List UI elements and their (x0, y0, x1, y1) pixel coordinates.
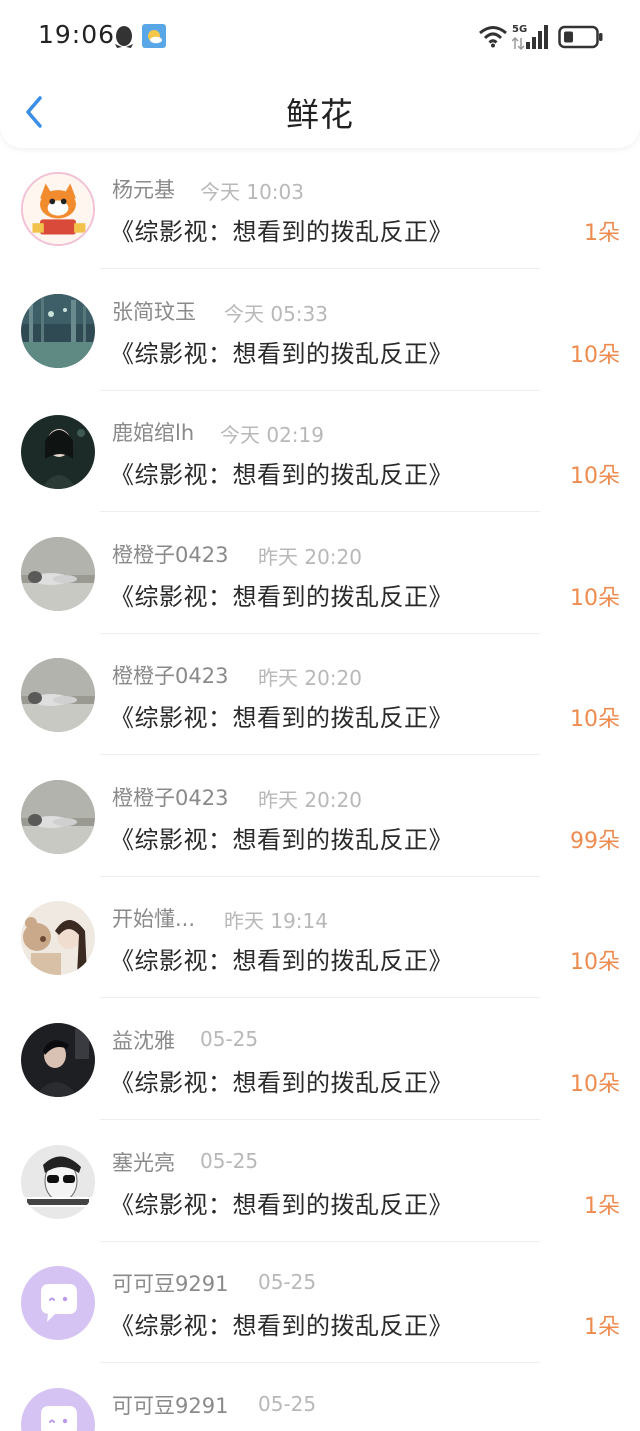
book-title: 《综影视：想看到的拨乱反正》 (110, 1312, 453, 1340)
svg-text:5G: 5G (512, 24, 527, 35)
list-item[interactable]: 可可豆9291 05-25 《综影视：想看到的拨乱反正》 1朵 (0, 1242, 640, 1363)
user-name: 可可豆9291 (112, 1394, 229, 1418)
cat-avatar (21, 658, 95, 732)
status-bar: 19:06 5G (0, 0, 640, 74)
book-title: 《综影视：想看到的拨乱反正》 (110, 1069, 453, 1097)
flower-count: 1朵 (584, 221, 620, 246)
list-item[interactable]: 杨元基 今天 10:03 《综影视：想看到的拨乱反正》 1朵 (0, 148, 640, 269)
user-name: 橙橙子0423 (112, 543, 229, 567)
girl-teddy-avatar (21, 901, 95, 975)
book-title: 《综影视：想看到的拨乱反正》 (110, 461, 453, 489)
user-name: 益沈雅 (112, 1029, 175, 1053)
time-stamp: 05-25 (200, 1149, 259, 1173)
rainy-street-avatar (21, 294, 95, 368)
list-item[interactable]: 橙橙子0423 昨天 20:20 《综影视：想看到的拨乱反正》 99朵 (0, 756, 640, 877)
divider (100, 1119, 540, 1120)
list-item[interactable]: 橙橙子0423 昨天 20:20 《综影视：想看到的拨乱反正》 10朵 (0, 634, 640, 755)
sunglasses-avatar (21, 1145, 95, 1219)
cat-avatar (21, 537, 95, 611)
flower-count: 10朵 (570, 343, 620, 368)
weather-icon (142, 24, 166, 48)
flower-count: 10朵 (570, 707, 620, 732)
battery-icon (558, 25, 603, 49)
time-stamp: 05-25 (200, 1027, 259, 1051)
book-title: 《综影视：想看到的拨乱反正》 (110, 826, 453, 854)
list-item[interactable]: 橙橙子0423 昨天 20:20 《综影视：想看到的拨乱反正》 10朵 (0, 513, 640, 634)
flower-count: 10朵 (570, 950, 620, 975)
user-name: 鹿婠绾lh (112, 421, 195, 445)
divider (100, 511, 540, 512)
time-stamp: 昨天 19:14 (224, 909, 328, 933)
time-stamp: 今天 05:33 (224, 302, 328, 326)
time-stamp: 昨天 20:20 (258, 666, 362, 690)
user-name: 橙橙子0423 (112, 786, 229, 810)
qq-penguin-icon (115, 26, 133, 48)
status-time: 19:06 (38, 20, 116, 49)
book-title: 《综影视：想看到的拨乱反正》 (110, 704, 453, 732)
cartoon-fox-avatar (21, 172, 95, 246)
boy-portrait-avatar (21, 1023, 95, 1097)
time-stamp: 昨天 20:20 (258, 545, 362, 569)
list-item[interactable]: 张简玟玉 今天 05:33 《综影视：想看到的拨乱反正》 10朵 (0, 270, 640, 391)
user-name: 杨元基 (112, 178, 175, 202)
time-stamp: 今天 02:19 (220, 423, 324, 447)
book-title: 《综影视：想看到的拨乱反正》 (110, 1191, 453, 1219)
flower-count: 1朵 (584, 1194, 620, 1219)
user-name: 可可豆9291 (112, 1272, 229, 1296)
wifi-icon (479, 26, 507, 48)
user-name: 橙橙子0423 (112, 664, 229, 688)
list-item[interactable]: 鹿婠绾lh 今天 02:19 《综影视：想看到的拨乱反正》 10朵 (0, 391, 640, 512)
time-stamp: 今天 10:03 (200, 180, 304, 204)
time-stamp: 05-25 (258, 1270, 317, 1294)
book-title: 《综影视：想看到的拨乱反正》 (110, 340, 453, 368)
list-item[interactable]: 益沈雅 05-25 《综影视：想看到的拨乱反正》 10朵 (0, 999, 640, 1120)
user-name: 开始懂... (112, 907, 196, 931)
default-chat-avatar (21, 1266, 95, 1340)
user-name: 塞光亮 (112, 1151, 175, 1175)
time-stamp: 05-25 (258, 1392, 317, 1416)
divider (100, 1362, 540, 1363)
divider (100, 754, 540, 755)
signal-5g-icon: 5G (512, 24, 548, 50)
page-title: 鲜花 (286, 95, 354, 134)
flower-count: 1朵 (584, 1315, 620, 1340)
cat-avatar (21, 780, 95, 854)
list-item[interactable]: 可可豆9291 05-25 (0, 1364, 640, 1431)
divider (100, 997, 540, 998)
list-item[interactable]: 开始懂... 昨天 19:14 《综影视：想看到的拨乱反正》 10朵 (0, 877, 640, 998)
book-title: 《综影视：想看到的拨乱反正》 (110, 947, 453, 975)
book-title: 《综影视：想看到的拨乱反正》 (110, 583, 453, 611)
girl-portrait-avatar (21, 415, 95, 489)
flower-count: 99朵 (570, 829, 620, 854)
flower-count: 10朵 (570, 586, 620, 611)
flower-count: 10朵 (570, 464, 620, 489)
book-title: 《综影视：想看到的拨乱反正》 (110, 218, 453, 246)
user-name: 张简玟玉 (112, 300, 196, 324)
nav-bar: 鲜花 (0, 74, 640, 148)
time-stamp: 昨天 20:20 (258, 788, 362, 812)
default-chat-avatar (21, 1388, 95, 1431)
header: 19:06 5G 鲜花 (0, 0, 640, 148)
flower-count: 10朵 (570, 1072, 620, 1097)
list-item[interactable]: 塞光亮 05-25 《综影视：想看到的拨乱反正》 1朵 (0, 1121, 640, 1242)
divider (100, 268, 540, 269)
